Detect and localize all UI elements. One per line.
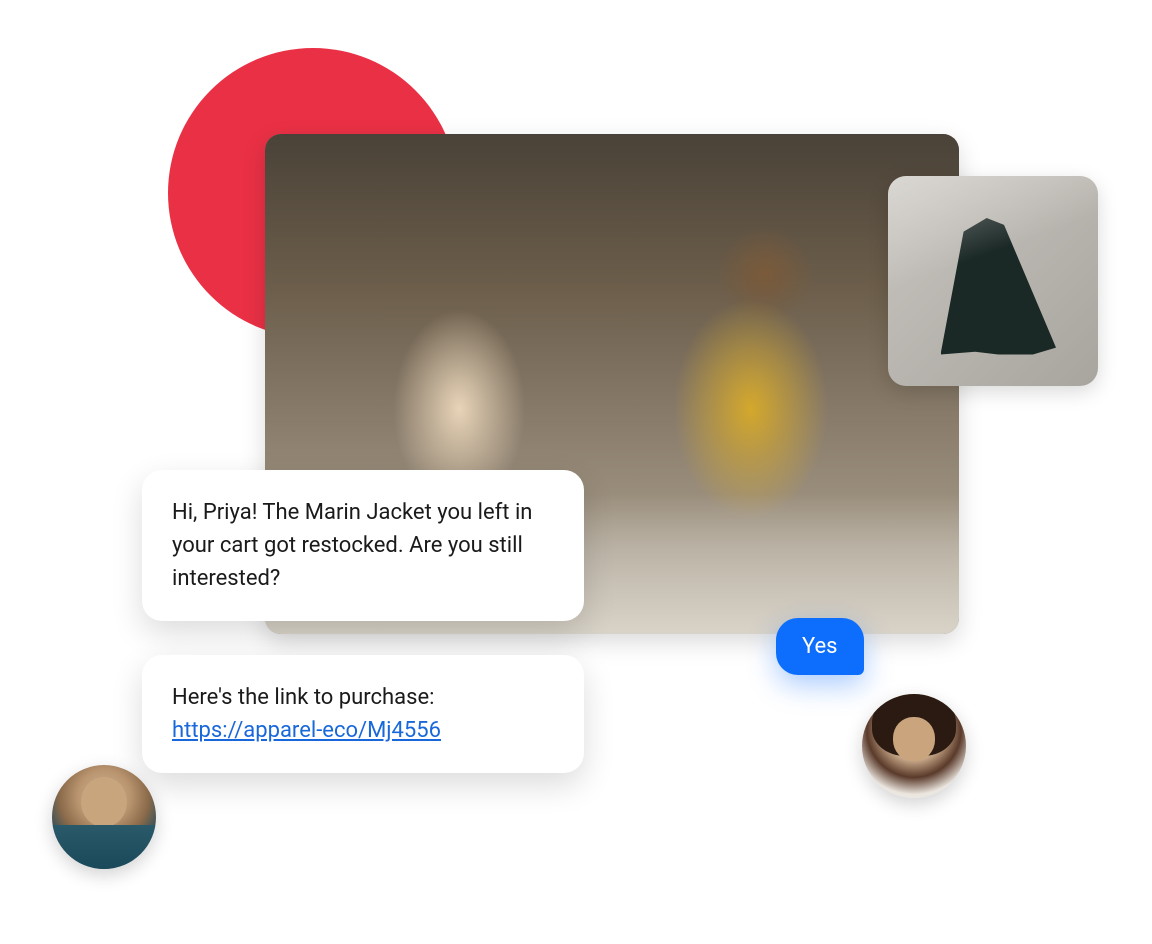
agent-message-bubble-1: Hi, Priya! The Marin Jacket you left in … [142,470,584,621]
customer-avatar [862,694,966,798]
agent-message-text-1: Hi, Priya! The Marin Jacket you left in … [172,500,532,591]
agent-message-text-2: Here's the link to purchase: [172,685,435,710]
marketing-composition: Hi, Priya! The Marin Jacket you left in … [0,0,1152,944]
agent-avatar [52,765,156,869]
customer-reply-text: Yes [802,634,838,659]
shopping-bags-photo [888,176,1098,386]
agent-message-bubble-2: Here's the link to purchase: https://app… [142,655,584,773]
customer-reply-bubble: Yes [776,618,864,675]
purchase-link[interactable]: https://apparel-eco/Mj4556 [172,718,441,743]
